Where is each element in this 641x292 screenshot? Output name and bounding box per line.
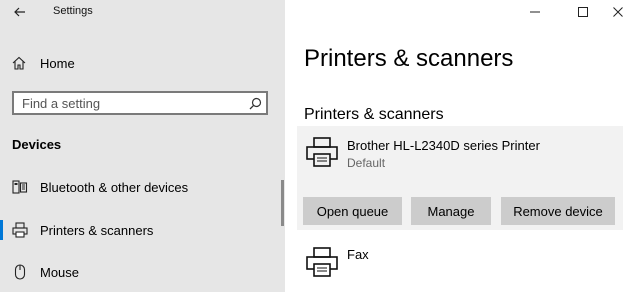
minimize-icon [530,11,540,13]
search-box [12,91,268,115]
search-icon[interactable] [244,97,266,110]
printer-name: Brother HL-L2340D series Printer [347,138,540,153]
printer-item-brother[interactable]: Brother HL-L2340D series Printer Default… [297,126,623,230]
open-queue-button[interactable]: Open queue [303,197,402,225]
sidebar-scrollbar[interactable] [281,180,284,226]
app-title: Settings [53,5,93,17]
search-input[interactable] [14,93,244,113]
close-icon [613,7,623,17]
home-icon [12,56,26,70]
bluetooth-devices-icon [12,180,28,194]
back-button[interactable] [10,3,30,21]
back-arrow-icon [14,7,25,17]
printer-status: Default [347,156,386,170]
home-nav-item[interactable]: Home [12,52,75,74]
section-title-devices: Devices [12,137,62,152]
section-heading: Printers & scanners [304,106,444,123]
minimize-button[interactable] [512,0,558,24]
page-title: Printers & scanners [304,45,514,72]
maximize-icon [578,7,588,17]
sidebar-item-printers[interactable]: Printers & scanners [0,211,285,249]
sidebar-item-label: Printers & scanners [40,222,154,238]
sidebar-item-label: Bluetooth & other devices [40,179,189,195]
sidebar-item-bluetooth[interactable]: Bluetooth & other devices [0,168,285,206]
sidebar: Settings Home Devices Bluetooth & other … [0,0,285,292]
printer-item-fax[interactable]: Fax [297,238,623,284]
home-label: Home [40,55,75,71]
manage-button[interactable]: Manage [411,197,491,225]
mouse-icon [14,264,26,280]
sidebar-item-mouse[interactable]: Mouse [0,253,285,291]
remove-device-button[interactable]: Remove device [501,197,615,225]
sidebar-item-label: Mouse [40,264,80,280]
close-button[interactable] [595,0,641,24]
printer-icon [12,222,28,238]
printer-icon [306,137,338,167]
printer-name: Fax [347,247,369,262]
fax-icon [306,247,338,277]
